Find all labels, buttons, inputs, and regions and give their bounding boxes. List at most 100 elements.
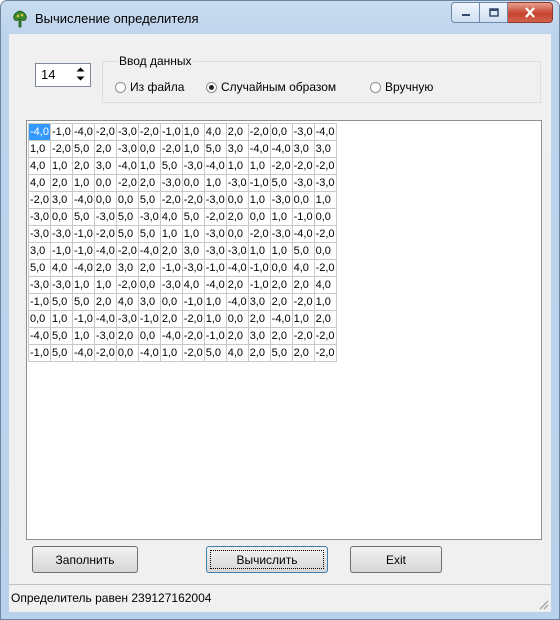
- matrix-cell[interactable]: 2,0: [225, 123, 249, 141]
- matrix-cell[interactable]: 2,0: [247, 344, 271, 362]
- matrix-cell[interactable]: -3,0: [28, 208, 51, 226]
- matrix-cell[interactable]: -2,0: [313, 157, 337, 175]
- matrix-cell[interactable]: -4,0: [71, 259, 95, 277]
- matrix-cell[interactable]: -1,0: [49, 242, 73, 260]
- matrix-cell[interactable]: 1,0: [137, 157, 161, 175]
- matrix-cell[interactable]: -3,0: [225, 174, 249, 192]
- close-button[interactable]: [508, 2, 553, 23]
- matrix-cell[interactable]: 0,0: [115, 344, 139, 362]
- resize-grip-icon[interactable]: [537, 598, 549, 610]
- matrix-cell[interactable]: 3,0: [115, 259, 139, 277]
- matrix-cell[interactable]: -3,0: [49, 276, 73, 294]
- matrix-cell[interactable]: -2,0: [291, 293, 315, 311]
- matrix-cell[interactable]: 1,0: [291, 310, 315, 328]
- radio-circle[interactable]: [370, 81, 381, 93]
- matrix-cell[interactable]: 4,0: [49, 259, 73, 277]
- matrix-cell[interactable]: 4,0: [203, 123, 227, 141]
- matrix-cell[interactable]: -2,0: [291, 327, 315, 345]
- matrix-cell[interactable]: 1,0: [181, 123, 205, 141]
- matrix-cell[interactable]: -1,0: [159, 123, 183, 141]
- matrix-cell[interactable]: -1,0: [28, 293, 51, 311]
- matrix-cell[interactable]: 1,0: [203, 310, 227, 328]
- matrix-cell[interactable]: -3,0: [203, 225, 227, 243]
- matrix-cell[interactable]: 3,0: [181, 242, 205, 260]
- matrix-cell[interactable]: 2,0: [247, 310, 271, 328]
- matrix-cell[interactable]: -2,0: [181, 327, 205, 345]
- radio-manual[interactable]: Вручную: [370, 80, 433, 94]
- matrix-cell[interactable]: -3,0: [181, 157, 205, 175]
- matrix-grid[interactable]: -4,0 -1,0 -4,0 -2,0 -3,0 -2,0 -1,0 1,0 4,0 2,0 -2,…: [26, 120, 542, 540]
- matrix-cell[interactable]: 2,0: [159, 310, 183, 328]
- matrix-cell[interactable]: 2,0: [159, 242, 183, 260]
- matrix-cell[interactable]: 2,0: [291, 344, 315, 362]
- matrix-cell[interactable]: -3,0: [49, 225, 73, 243]
- matrix-cell[interactable]: 1,0: [71, 174, 95, 192]
- matrix-cell[interactable]: 2,0: [93, 259, 117, 277]
- matrix-cell[interactable]: 5,0: [269, 344, 293, 362]
- matrix-cell[interactable]: 3,0: [247, 293, 271, 311]
- matrix-cell[interactable]: 5,0: [137, 191, 161, 209]
- matrix-cell[interactable]: 0,0: [247, 208, 271, 226]
- matrix-cell[interactable]: -2,0: [93, 123, 117, 141]
- matrix-cell[interactable]: 4,0: [291, 259, 315, 277]
- matrix-cell[interactable]: -1,0: [71, 225, 95, 243]
- matrix-cell[interactable]: -4,0: [225, 259, 249, 277]
- matrix-cell[interactable]: 1,0: [313, 191, 337, 209]
- matrix-cell[interactable]: 2,0: [49, 174, 73, 192]
- matrix-cell[interactable]: -1,0: [291, 208, 315, 226]
- matrix-cell[interactable]: 3,0: [247, 327, 271, 345]
- matrix-cell[interactable]: -1,0: [71, 310, 95, 328]
- matrix-cell[interactable]: -2,0: [291, 157, 315, 175]
- matrix-cell[interactable]: 5,0: [49, 327, 73, 345]
- matrix-cell[interactable]: 5,0: [71, 293, 95, 311]
- matrix-cell[interactable]: -4,0: [225, 293, 249, 311]
- matrix-cell[interactable]: 1,0: [49, 310, 73, 328]
- matrix-cell[interactable]: -2,0: [313, 327, 337, 345]
- matrix-cell[interactable]: 3,0: [137, 293, 161, 311]
- matrix-cell[interactable]: 1,0: [93, 276, 117, 294]
- matrix-cell[interactable]: -2,0: [28, 191, 51, 209]
- matrix-cell[interactable]: 3,0: [291, 140, 315, 158]
- matrix-cell[interactable]: 0,0: [225, 310, 249, 328]
- matrix-cell[interactable]: -3,0: [137, 208, 161, 226]
- matrix-cell[interactable]: -1,0: [28, 344, 51, 362]
- matrix-cell[interactable]: -1,0: [247, 259, 271, 277]
- matrix-cell[interactable]: 0,0: [313, 208, 337, 226]
- exit-button[interactable]: Exit: [350, 546, 442, 573]
- matrix-cell[interactable]: 2,0: [313, 310, 337, 328]
- matrix-cell[interactable]: 0,0: [93, 174, 117, 192]
- matrix-table[interactable]: -4,0 -1,0 -4,0 -2,0 -3,0 -2,0 -1,0 1,0 4,0 2,0 -2,…: [28, 123, 337, 362]
- matrix-cell[interactable]: 5,0: [28, 259, 51, 277]
- matrix-cell[interactable]: -2,0: [269, 157, 293, 175]
- spin-up-button[interactable]: [72, 65, 89, 74]
- matrix-cell[interactable]: -2,0: [203, 208, 227, 226]
- matrix-cell[interactable]: -2,0: [313, 344, 337, 362]
- matrix-cell[interactable]: 5,0: [291, 242, 315, 260]
- matrix-cell[interactable]: 1,0: [181, 140, 205, 158]
- matrix-cell[interactable]: -3,0: [269, 191, 293, 209]
- matrix-cell[interactable]: -4,0: [247, 140, 271, 158]
- matrix-cell[interactable]: 4,0: [225, 344, 249, 362]
- matrix-cell[interactable]: 2,0: [115, 327, 139, 345]
- matrix-cell[interactable]: 0,0: [115, 191, 139, 209]
- matrix-cell[interactable]: 5,0: [203, 344, 227, 362]
- matrix-cell[interactable]: 4,0: [181, 276, 205, 294]
- matrix-cell[interactable]: -3,0: [93, 327, 117, 345]
- matrix-cell[interactable]: -3,0: [159, 174, 183, 192]
- radio-circle[interactable]: [115, 81, 126, 93]
- matrix-cell[interactable]: -3,0: [203, 191, 227, 209]
- matrix-cell[interactable]: -2,0: [115, 276, 139, 294]
- matrix-cell[interactable]: -4,0: [291, 225, 315, 243]
- matrix-cell[interactable]: -4,0: [203, 157, 227, 175]
- matrix-cell[interactable]: -1,0: [71, 242, 95, 260]
- matrix-cell[interactable]: -4,0: [137, 242, 161, 260]
- matrix-cell[interactable]: 1,0: [159, 225, 183, 243]
- matrix-cell[interactable]: -2,0: [313, 259, 337, 277]
- matrix-cell[interactable]: -2,0: [49, 140, 73, 158]
- matrix-cell[interactable]: -3,0: [115, 140, 139, 158]
- matrix-cell[interactable]: 0,0: [137, 140, 161, 158]
- matrix-cell[interactable]: 1,0: [269, 208, 293, 226]
- matrix-cell[interactable]: 4,0: [28, 174, 51, 192]
- size-spinner-value[interactable]: 14: [41, 67, 55, 82]
- matrix-cell[interactable]: 0,0: [28, 310, 51, 328]
